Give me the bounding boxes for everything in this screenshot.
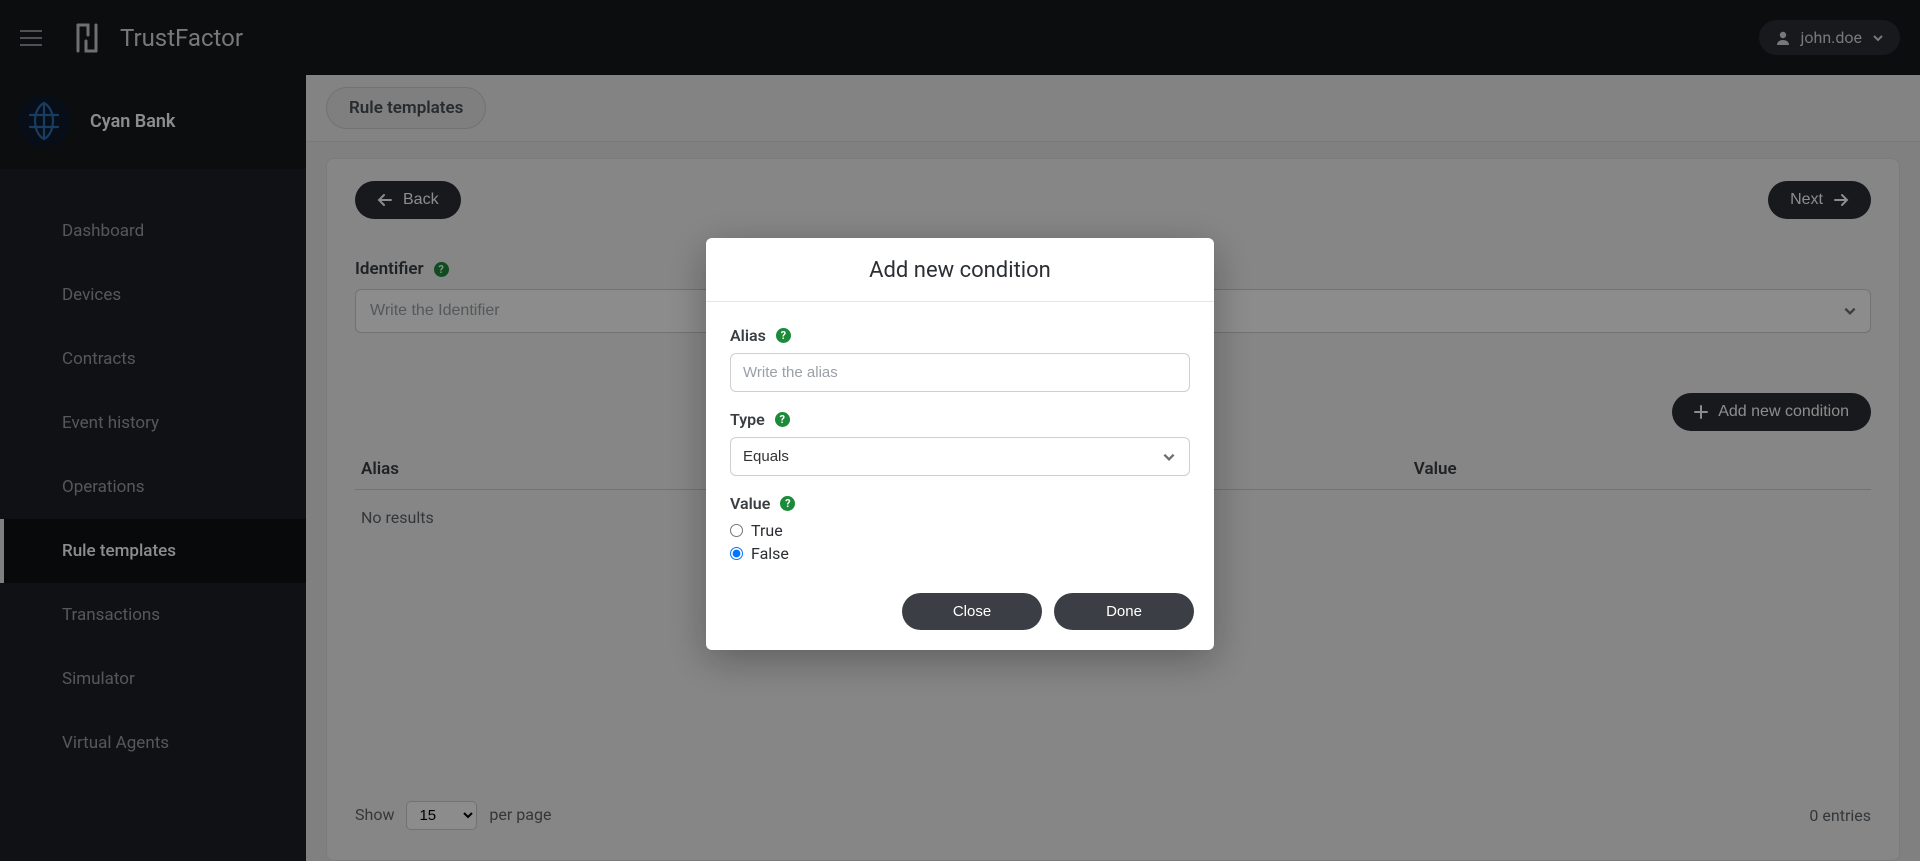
value-label-row: Value ? <box>730 494 1190 513</box>
alias-label: Alias <box>730 326 766 345</box>
help-icon[interactable]: ? <box>780 496 795 511</box>
modal-overlay[interactable]: Add new condition Alias ? Type ? Value ? <box>0 0 1920 861</box>
value-radio-group: True False <box>730 521 1190 563</box>
radio-true-label: True <box>751 521 783 540</box>
radio-true-input[interactable] <box>730 524 743 537</box>
type-label: Type <box>730 410 765 429</box>
type-select[interactable] <box>730 437 1190 476</box>
radio-false-input[interactable] <box>730 547 743 560</box>
value-radio-false[interactable]: False <box>730 544 1190 563</box>
radio-false-label: False <box>751 544 789 563</box>
help-icon[interactable]: ? <box>775 412 790 427</box>
alias-input[interactable] <box>730 353 1190 392</box>
help-icon[interactable]: ? <box>776 328 791 343</box>
close-button[interactable]: Close <box>902 593 1042 630</box>
type-label-row: Type ? <box>730 410 1190 429</box>
add-condition-modal: Add new condition Alias ? Type ? Value ? <box>706 238 1214 650</box>
value-radio-true[interactable]: True <box>730 521 1190 540</box>
value-field-label: Value <box>730 494 770 513</box>
modal-title: Add new condition <box>706 238 1214 302</box>
done-button[interactable]: Done <box>1054 593 1194 630</box>
alias-label-row: Alias ? <box>730 326 1190 345</box>
